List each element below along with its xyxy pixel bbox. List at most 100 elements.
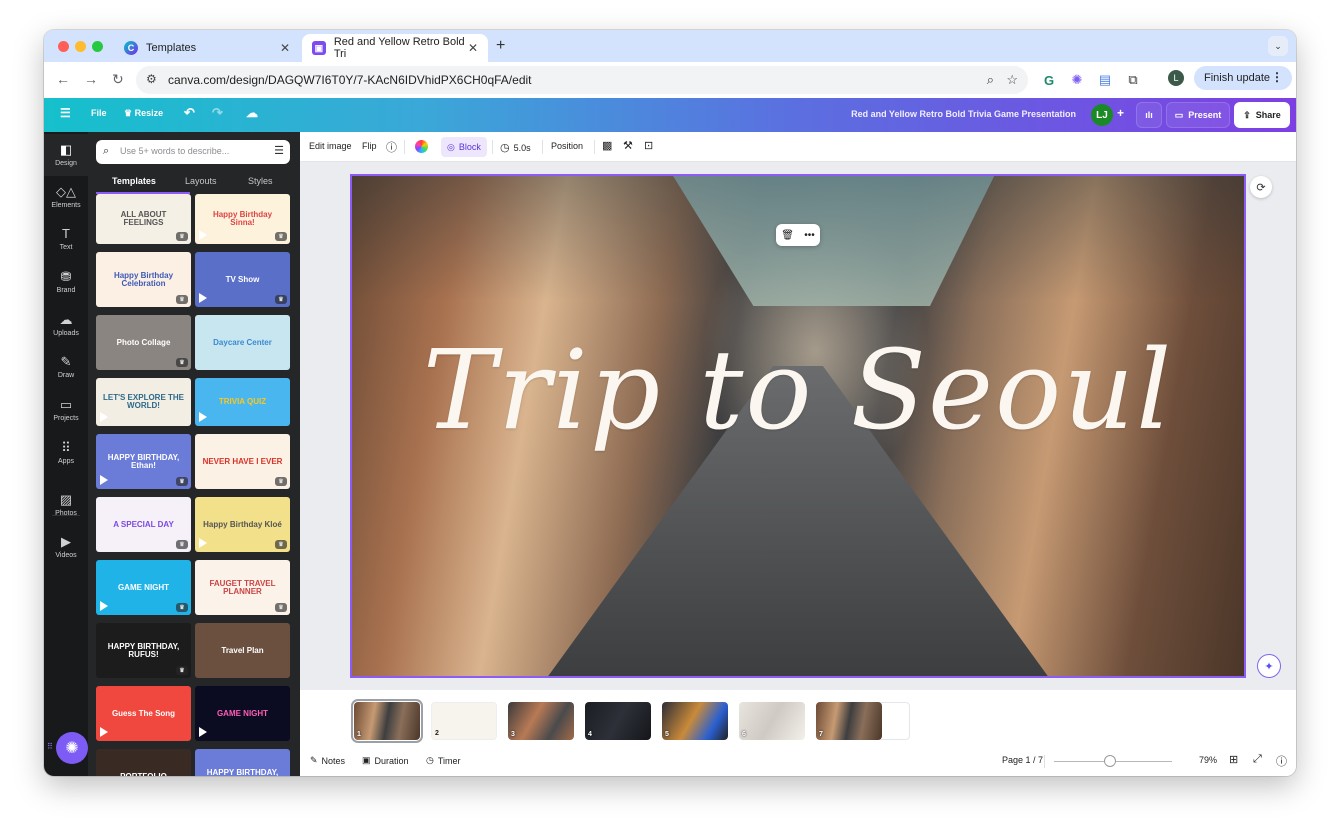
main-menu-icon[interactable]: ☰ bbox=[60, 106, 71, 120]
template-thumbnail[interactable]: Photo Collage ♛ bbox=[96, 315, 191, 370]
rail-item-brand[interactable]: ⛃ Brand bbox=[44, 261, 88, 303]
filter-sliders-icon[interactable]: ☰ bbox=[274, 144, 284, 157]
color-picker-button[interactable] bbox=[415, 140, 428, 153]
page-thumbnail[interactable]: 2 bbox=[431, 702, 497, 740]
trash-icon[interactable]: 🗑 bbox=[781, 230, 794, 241]
tab-templates[interactable]: Templates bbox=[112, 176, 156, 186]
zoom-percentage[interactable]: 79% bbox=[1199, 755, 1217, 765]
template-thumbnail[interactable]: LET'S EXPLORE THE WORLD! bbox=[96, 378, 191, 426]
site-info-icon[interactable]: ⚙ bbox=[146, 72, 157, 86]
present-button[interactable]: ▭ Present bbox=[1166, 102, 1230, 128]
bookmark-star-icon[interactable]: ☆ bbox=[1006, 72, 1018, 88]
close-tab-icon[interactable]: ✕ bbox=[280, 41, 290, 55]
template-thumbnail[interactable]: HAPPY BIRTHDAY, Ethan!♛ bbox=[96, 434, 191, 489]
fullscreen-icon[interactable]: ⤢ bbox=[1253, 753, 1262, 766]
position-button[interactable]: Position bbox=[551, 141, 583, 151]
duration-footer-button[interactable]: ▣ Duration bbox=[362, 755, 409, 766]
collaborator-avatar[interactable]: LJ bbox=[1091, 104, 1113, 126]
template-thumbnail[interactable]: TRIVIA QUIZ bbox=[195, 378, 290, 426]
template-thumbnail[interactable]: FAUGET TRAVEL PLANNER ♛ bbox=[195, 560, 290, 615]
rail-item-videos[interactable]: ▶ Videos bbox=[44, 526, 88, 568]
info-icon[interactable]: ⓘ bbox=[386, 139, 397, 155]
help-icon[interactable]: ⓘ bbox=[1276, 753, 1287, 769]
browser-tab-presentation[interactable]: ▣ Red and Yellow Retro Bold Tri ✕ bbox=[302, 34, 488, 62]
template-thumbnail[interactable]: GAME NIGHT bbox=[195, 686, 290, 741]
template-search-input[interactable]: ⌕ Use 5+ words to describe... ☰ bbox=[96, 140, 290, 164]
rail-item-elements[interactable]: ◇△ Elements bbox=[44, 176, 88, 218]
template-thumbnail[interactable]: NEVER HAVE I EVER ♛ bbox=[195, 434, 290, 489]
reload-icon[interactable]: ↻ bbox=[112, 71, 124, 88]
page-thumbnail[interactable]: 4 bbox=[585, 702, 651, 740]
tab-layouts[interactable]: Layouts bbox=[185, 176, 217, 186]
share-button[interactable]: ⇪ Share bbox=[1234, 102, 1290, 128]
more-options-icon[interactable]: ••• bbox=[804, 230, 815, 241]
grid-view-icon[interactable]: ⊞ bbox=[1229, 753, 1238, 766]
template-thumbnail[interactable]: Guess The Song bbox=[96, 686, 191, 741]
maximize-window-button[interactable] bbox=[92, 41, 103, 52]
template-thumbnail[interactable]: A SPECIAL DAY ♛ bbox=[96, 497, 191, 552]
file-menu[interactable]: File bbox=[91, 108, 107, 118]
block-button[interactable]: ◎ Block bbox=[441, 137, 487, 157]
rail-item-uploads[interactable]: ☁ Uploads bbox=[44, 304, 88, 346]
template-thumbnail[interactable]: Happy Birthday Kloé ♛ bbox=[195, 497, 290, 552]
url-text[interactable]: canva.com/design/DAGQW7I6T0Y/7-KAcN6IDVh… bbox=[168, 73, 532, 87]
template-thumbnail[interactable]: Travel Plan bbox=[195, 623, 290, 678]
flip-button[interactable]: Flip bbox=[362, 141, 377, 151]
zoom-magnifier-icon[interactable]: ⌕ bbox=[987, 72, 994, 88]
regenerate-icon[interactable]: ⟳ bbox=[1250, 176, 1272, 198]
paint-roller-icon[interactable]: ⚒ bbox=[623, 139, 633, 152]
template-thumbnail[interactable]: ALL ABOUT FEELINGS ♛ bbox=[96, 194, 191, 244]
drag-grip-icon[interactable]: ⠿ bbox=[47, 742, 53, 751]
rail-item-apps[interactable]: ⠿ Apps bbox=[44, 432, 88, 474]
template-thumbnail[interactable]: Happy Birthday Sinna! ♛ bbox=[195, 194, 290, 244]
zoom-slider-handle[interactable] bbox=[1104, 755, 1117, 767]
page-thumbnail[interactable]: 5 bbox=[662, 702, 728, 740]
page-thumbnail[interactable]: 3 bbox=[508, 702, 574, 740]
ai-extension-icon[interactable]: ✺ bbox=[1068, 71, 1086, 89]
slide-title[interactable]: Trip to Seoul bbox=[352, 326, 1244, 454]
edit-image-button[interactable]: Edit image bbox=[309, 141, 352, 151]
rail-item-design[interactable]: ◧ Design bbox=[44, 134, 88, 176]
insights-button[interactable]: ılı bbox=[1136, 102, 1162, 128]
back-icon[interactable]: ← bbox=[56, 71, 70, 87]
template-thumbnail[interactable]: Daycare Center bbox=[195, 315, 290, 370]
finish-update-button[interactable]: Finish update ⋮ bbox=[1194, 66, 1292, 90]
tab-search-dropdown-icon[interactable]: ⌄ bbox=[1268, 36, 1288, 56]
document-title[interactable]: Red and Yellow Retro Bold Trivia Game Pr… bbox=[851, 109, 1076, 119]
duration-button[interactable]: ◷ 5.0s bbox=[500, 141, 531, 154]
grammarly-extension-icon[interactable]: G bbox=[1040, 71, 1058, 89]
page-thumbnail[interactable]: 1 bbox=[351, 699, 423, 743]
rail-item-projects[interactable]: ▭ Projects bbox=[44, 389, 88, 431]
translate-extension-icon[interactable]: ▤ bbox=[1096, 71, 1114, 89]
minimize-window-button[interactable] bbox=[75, 41, 86, 52]
new-tab-button[interactable]: + bbox=[496, 37, 505, 55]
browser-tab-templates[interactable]: C Templates ✕ bbox=[114, 34, 300, 62]
lock-icon[interactable]: ⊡ bbox=[644, 139, 653, 152]
template-thumbnail[interactable]: TV Show ♛ bbox=[195, 252, 290, 307]
rail-item-draw[interactable]: ✎ Draw bbox=[44, 346, 88, 388]
transparency-icon[interactable]: ▩ bbox=[602, 139, 612, 152]
template-thumbnail[interactable]: GAME NIGHT ♛ bbox=[96, 560, 191, 615]
extensions-puzzle-icon[interactable]: ⧉ bbox=[1124, 71, 1142, 89]
close-window-button[interactable] bbox=[58, 41, 69, 52]
timer-button[interactable]: ◷ Timer bbox=[426, 755, 461, 766]
redo-icon[interactable]: ↷ bbox=[212, 105, 223, 121]
cloud-saved-icon[interactable]: ☁ bbox=[246, 106, 258, 120]
template-thumbnail[interactable]: PORTFOLIO♛ bbox=[96, 749, 191, 776]
rail-item-text[interactable]: T Text bbox=[44, 218, 88, 260]
page-thumbnail[interactable]: 6 bbox=[739, 702, 805, 740]
canva-assistant-button[interactable]: ✺ bbox=[56, 732, 88, 764]
close-tab-icon[interactable]: ✕ bbox=[468, 41, 478, 55]
page-indicator[interactable]: Page 1 / 7 bbox=[1002, 755, 1043, 765]
omnibox[interactable]: ⚙ canva.com/design/DAGQW7I6T0Y/7-KAcN6ID… bbox=[136, 66, 1028, 94]
add-collaborator-icon[interactable]: + bbox=[1117, 106, 1124, 120]
slide-canvas[interactable]: Trip to Seoul bbox=[350, 174, 1246, 678]
magic-sparkle-button[interactable]: ✦ bbox=[1257, 654, 1281, 678]
rail-item-photos[interactable]: ▨ Photos bbox=[44, 484, 88, 526]
resize-button[interactable]: ♛ Resize bbox=[124, 108, 163, 119]
template-thumbnail[interactable]: Happy Birthday Celebration ♛ bbox=[96, 252, 191, 307]
template-thumbnail[interactable]: HAPPY BIRTHDAY, RUFUS! ♛ bbox=[96, 623, 191, 678]
template-thumbnail[interactable]: HAPPY BIRTHDAY, Ethan!♛ bbox=[195, 749, 290, 776]
page-thumbnail[interactable]: 7 bbox=[816, 702, 882, 740]
forward-icon[interactable]: → bbox=[84, 71, 98, 87]
